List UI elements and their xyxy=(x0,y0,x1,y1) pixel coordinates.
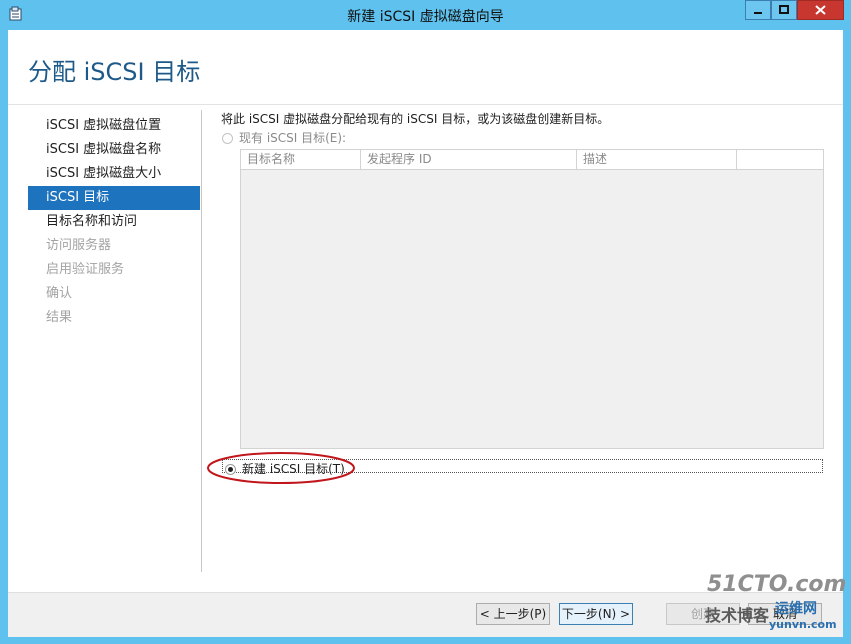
window-title: 新建 iSCSI 虚拟磁盘向导 xyxy=(347,9,504,25)
watermark-line3: 运维网 xyxy=(775,601,817,617)
nav-item-target-name-access[interactable]: 目标名称和访问 xyxy=(28,210,200,234)
existing-target-radio xyxy=(222,133,233,144)
watermark-line1: 51CTO.com xyxy=(707,572,847,597)
previous-button[interactable]: < 上一步(P) xyxy=(476,603,550,625)
nav-item-access-servers: 访问服务器 xyxy=(46,238,112,253)
column-header-description: 描述 xyxy=(577,150,737,169)
nav-item-confirmation: 确认 xyxy=(46,286,73,301)
page-description: 将此 iSCSI 虚拟磁盘分配给现有的 iSCSI 目标，或为该磁盘创建新目标。 xyxy=(221,112,610,126)
title-bar[interactable]: 新建 iSCSI 虚拟磁盘向导 xyxy=(0,0,851,30)
existing-target-label: 现有 iSCSI 目标(E): xyxy=(239,131,347,145)
watermark-line4: yunvn.com xyxy=(769,618,837,631)
minimize-button[interactable] xyxy=(745,0,771,20)
step-navigation: iSCSI 虚拟磁盘位置 iSCSI 虚拟磁盘名称 iSCSI 虚拟磁盘大小 i… xyxy=(28,114,200,330)
nav-item-disk-name[interactable]: iSCSI 虚拟磁盘名称 xyxy=(28,138,200,162)
maximize-button[interactable] xyxy=(771,0,797,20)
nav-divider xyxy=(201,110,202,572)
maximize-icon xyxy=(779,5,789,14)
wizard-window: 新建 iSCSI 虚拟磁盘向导 分配 iSCSI 目标 iSCSI 虚拟磁盘位置… xyxy=(0,0,851,644)
nav-item-enable-auth: 启用验证服务 xyxy=(46,262,125,277)
nav-item-disk-size[interactable]: iSCSI 虚拟磁盘大小 xyxy=(28,162,200,186)
highlight-ring xyxy=(207,452,355,484)
wizard-body: 分配 iSCSI 目标 iSCSI 虚拟磁盘位置 iSCSI 虚拟磁盘名称 iS… xyxy=(8,30,843,637)
column-header-initiator-id: 发起程序 ID xyxy=(361,150,577,169)
existing-targets-table: 目标名称 发起程序 ID 描述 xyxy=(240,149,824,449)
column-header-target-name: 目标名称 xyxy=(241,150,361,169)
column-header-extra xyxy=(737,150,823,169)
site-watermark: 51CTO.com 技术博客 运维网 yunvn.com xyxy=(703,572,846,634)
nav-item-results: 结果 xyxy=(46,310,73,325)
nav-item-iscsi-target[interactable]: iSCSI 目标 xyxy=(28,186,200,210)
next-button[interactable]: 下一步(N) > xyxy=(559,603,633,625)
nav-item-disk-location[interactable]: iSCSI 虚拟磁盘位置 xyxy=(28,114,200,138)
close-icon xyxy=(815,5,826,15)
table-header: 目标名称 发起程序 ID 描述 xyxy=(241,150,823,170)
page-header: 分配 iSCSI 目标 xyxy=(8,30,843,105)
minimize-icon xyxy=(754,12,762,14)
page-title: 分配 iSCSI 目标 xyxy=(28,58,201,86)
existing-target-option: 现有 iSCSI 目标(E): xyxy=(222,129,346,146)
watermark-line2: 技术博客 xyxy=(705,606,770,625)
close-button[interactable] xyxy=(797,0,844,20)
